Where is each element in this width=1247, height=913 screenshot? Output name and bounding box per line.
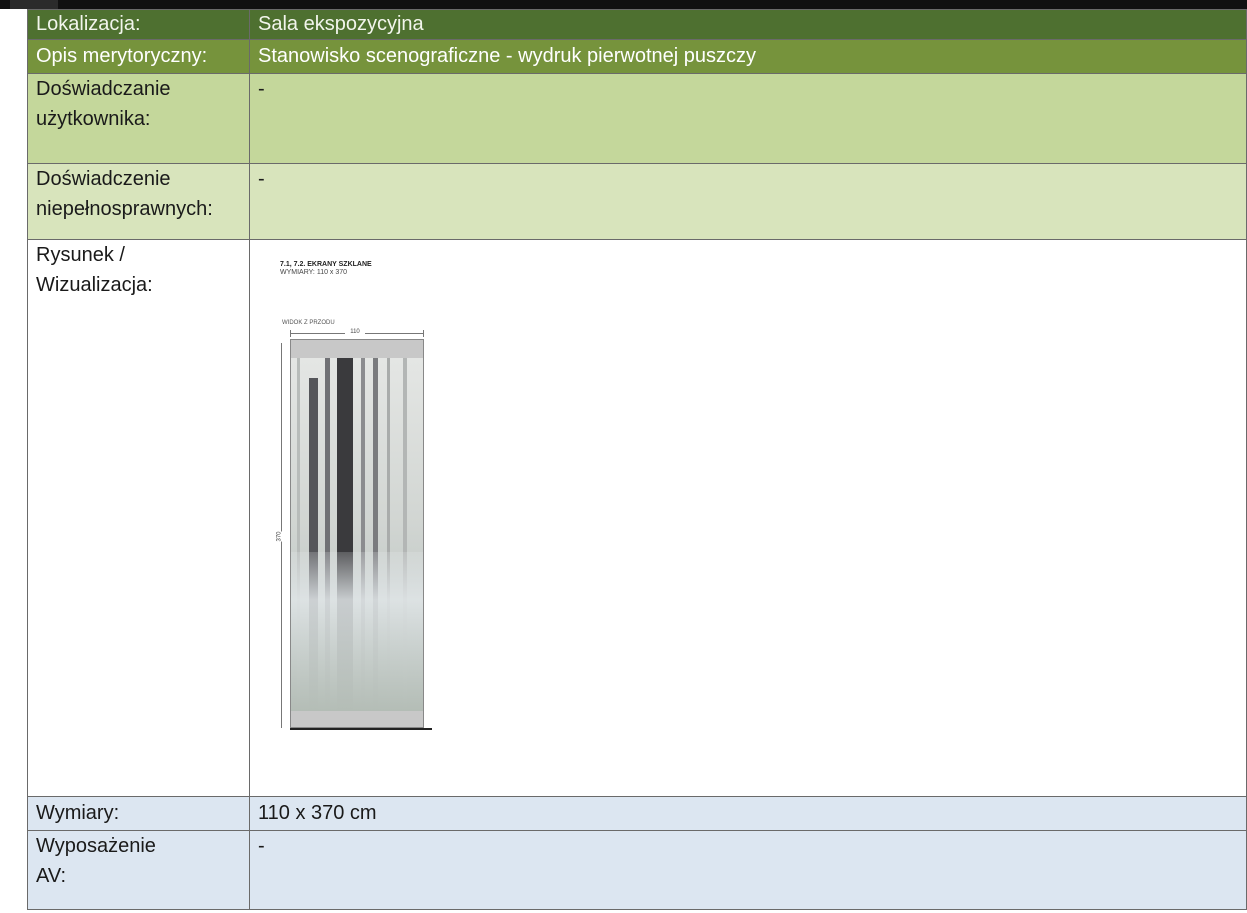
label-doswiadczanie-line2: użytkownika:: [36, 108, 151, 130]
value-lokalizacja: Sala ekspozycyjna: [249, 9, 1247, 40]
label-wyposazenie-line1: Wyposażenie: [36, 835, 156, 857]
drawing-subtitle: WYMIARY: 110 x 370: [280, 269, 348, 276]
row-opis: Opis merytoryczny: Stanowisko scenografi…: [27, 39, 1247, 74]
value-rysunek: 7.1, 7.2. EKRANY SZKLANE WYMIARY: 110 x …: [249, 239, 1247, 797]
row-niepelnosprawni: Doświadczenie niepełnosprawnych: -: [27, 163, 1247, 240]
drawing-view-label: WIDOK Z PRZODU: [282, 320, 335, 326]
exhibit-card-table: Lokalizacja: Sala ekspozycyjna Opis mery…: [27, 9, 1247, 910]
row-wymiary: Wymiary: 110 x 370 cm: [27, 796, 1247, 831]
ground-line: [290, 728, 432, 730]
label-doswiadczanie-line1: Doświadczanie: [36, 78, 171, 100]
row-wyposazenie: Wyposażenie AV: -: [27, 830, 1247, 910]
label-rysunek: Rysunek / Wizualizacja:: [27, 239, 250, 797]
label-niepelnosprawni: Doświadczenie niepełnosprawnych:: [27, 163, 250, 240]
forest-print-image: [291, 358, 423, 711]
value-opis: Stanowisko scenograficzne - wydruk pierw…: [249, 39, 1247, 74]
panel-bottom-cap: [291, 711, 423, 727]
row-doswiadczanie: Doświadczanie użytkownika: -: [27, 73, 1247, 164]
top-bar: [0, 0, 1247, 9]
top-tab: [10, 0, 58, 9]
drawing-title: 7.1, 7.2. EKRANY SZKLANE: [280, 261, 372, 268]
label-doswiadczanie: Doświadczanie użytkownika:: [27, 73, 250, 164]
label-wyposazenie-line2: AV:: [36, 865, 67, 887]
label-rysunek-line2: Wizualizacja:: [36, 274, 153, 296]
value-doswiadczanie: -: [249, 73, 1247, 164]
label-rysunek-line1: Rysunek /: [36, 244, 125, 266]
row-rysunek: Rysunek / Wizualizacja: 7.1, 7.2. EKRANY …: [27, 239, 1247, 797]
label-niepelnosprawni-line1: Doświadczenie: [36, 168, 171, 190]
value-niepelnosprawni: -: [249, 163, 1247, 240]
glass-screen-panel: [290, 339, 424, 728]
panel-top-cap: [291, 340, 423, 358]
label-lokalizacja: Lokalizacja:: [27, 9, 250, 40]
snowy-forest-floor: [291, 552, 423, 711]
label-niepelnosprawni-line2: niepełnosprawnych:: [36, 198, 213, 220]
height-dimension-label: 370: [276, 531, 284, 542]
row-lokalizacja: Lokalizacja: Sala ekspozycyjna: [27, 9, 1247, 40]
width-dimension-label: 110: [345, 329, 365, 336]
label-wyposazenie: Wyposażenie AV:: [27, 830, 250, 910]
value-wyposazenie: -: [249, 830, 1247, 910]
technical-drawing: 7.1, 7.2. EKRANY SZKLANE WYMIARY: 110 x …: [264, 240, 436, 760]
label-opis: Opis merytoryczny:: [27, 39, 250, 74]
label-wymiary: Wymiary:: [27, 796, 250, 831]
value-wymiary: 110 x 370 cm: [249, 796, 1247, 831]
